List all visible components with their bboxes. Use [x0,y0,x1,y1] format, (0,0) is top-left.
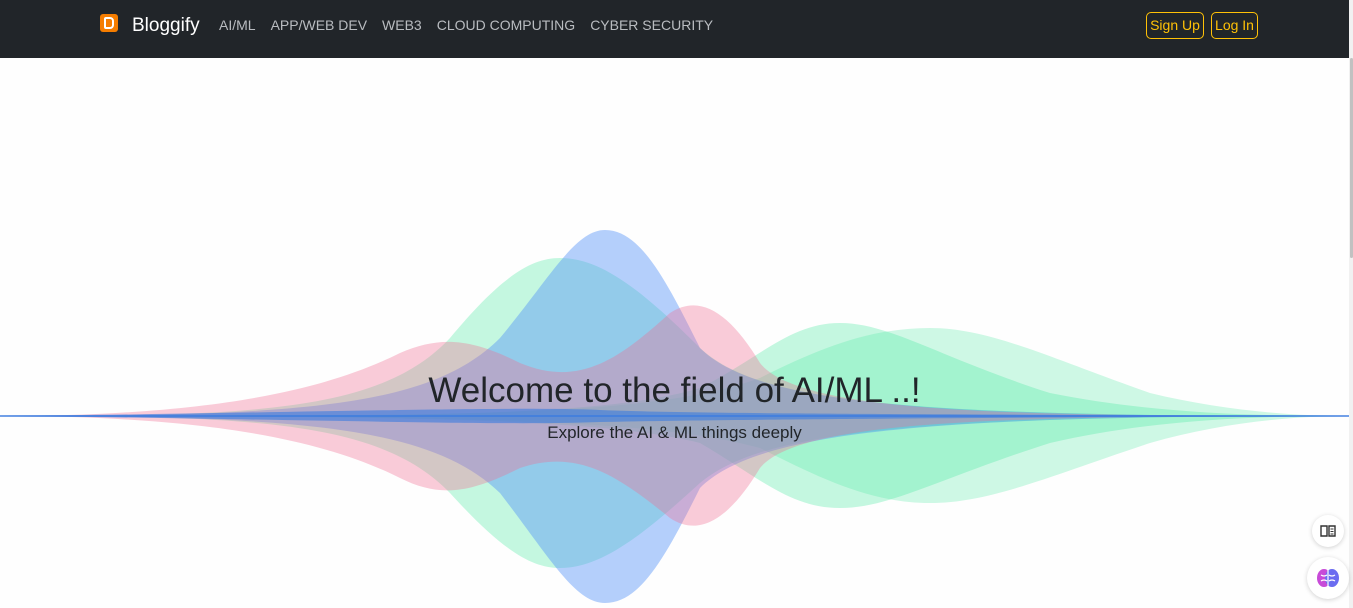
nav-links: AI/ML APP/WEB DEV WEB3 CLOUD COMPUTING C… [219,16,713,34]
brand-name[interactable]: Bloggify [132,14,200,38]
hero-subtitle: Explore the AI & ML things deeply [547,423,802,442]
brain-icon [1317,569,1339,587]
reader-mode-icon [1320,525,1336,537]
nav-link-cyber-security[interactable]: CYBER SECURITY [590,16,713,34]
hero-section: Welcome to the field of AI/ML ..! Explor… [0,58,1349,608]
nav-link-web3[interactable]: WEB3 [382,16,422,34]
assistant-button[interactable] [1307,557,1349,599]
nav-link-app-web-dev[interactable]: APP/WEB DEV [271,16,367,34]
signup-button[interactable]: Sign Up [1146,12,1204,39]
blogger-icon[interactable] [100,14,118,32]
nav-link-ai-ml[interactable]: AI/ML [219,16,256,34]
hero-title: Welcome to the field of AI/ML ..! [428,371,921,410]
login-button[interactable]: Log In [1211,12,1258,39]
reader-mode-button[interactable] [1312,515,1344,547]
top-navbar: Bloggify AI/ML APP/WEB DEV WEB3 CLOUD CO… [0,0,1349,58]
nav-link-cloud-computing[interactable]: CLOUD COMPUTING [437,16,575,34]
sound-wave-graphic [0,230,1349,603]
